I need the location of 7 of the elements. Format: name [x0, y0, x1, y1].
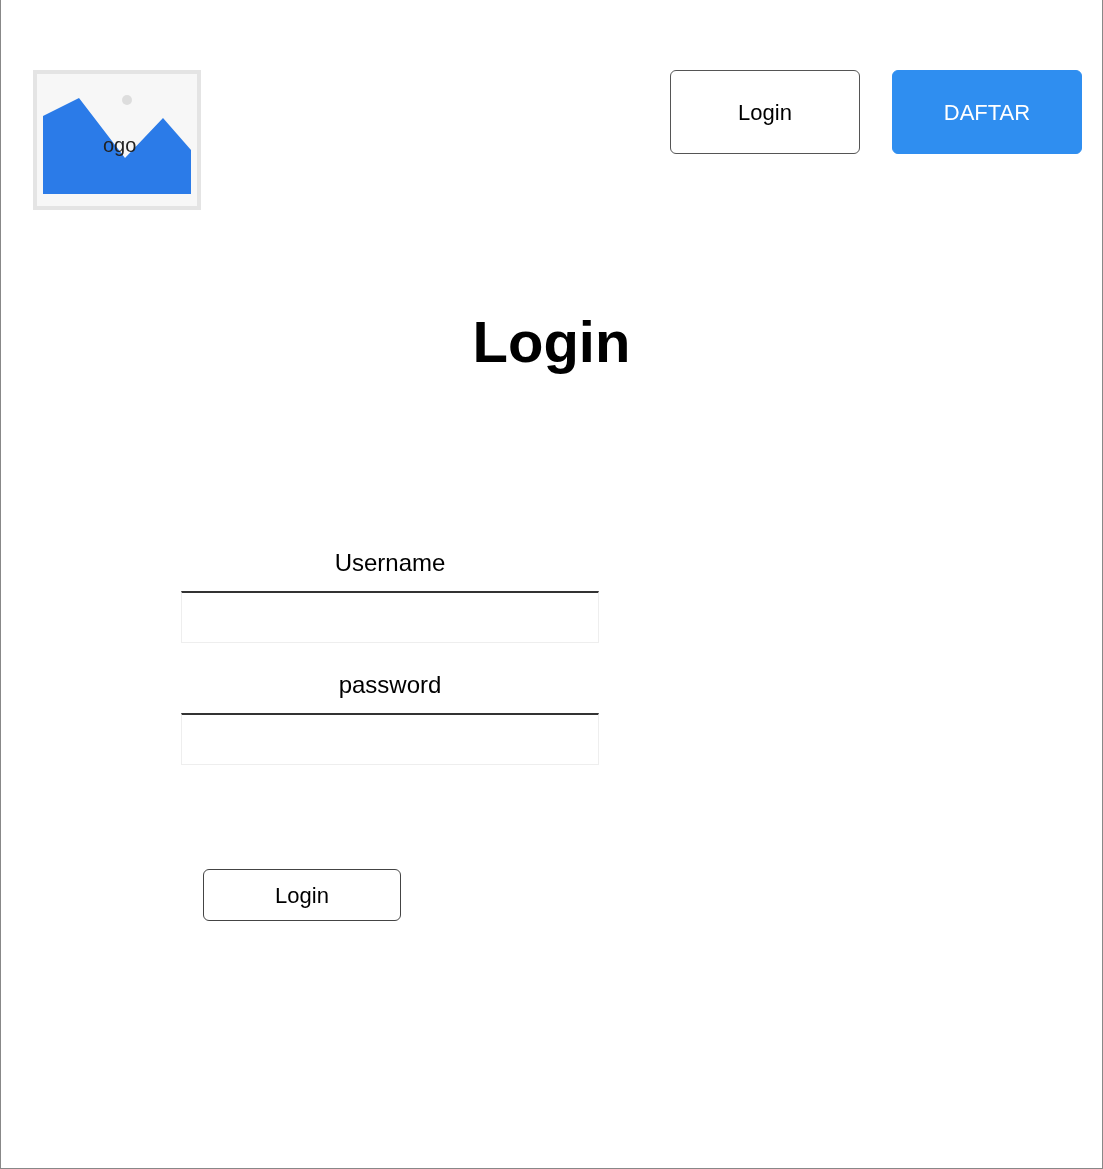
page-title: Login: [472, 308, 631, 376]
submit-button[interactable]: Login: [203, 869, 401, 921]
login-button[interactable]: Login: [670, 70, 860, 154]
field-label: Username: [334, 548, 446, 578]
input-field[interactable]: [181, 713, 599, 765]
field-label: password: [338, 670, 442, 700]
input-field[interactable]: [181, 591, 599, 643]
